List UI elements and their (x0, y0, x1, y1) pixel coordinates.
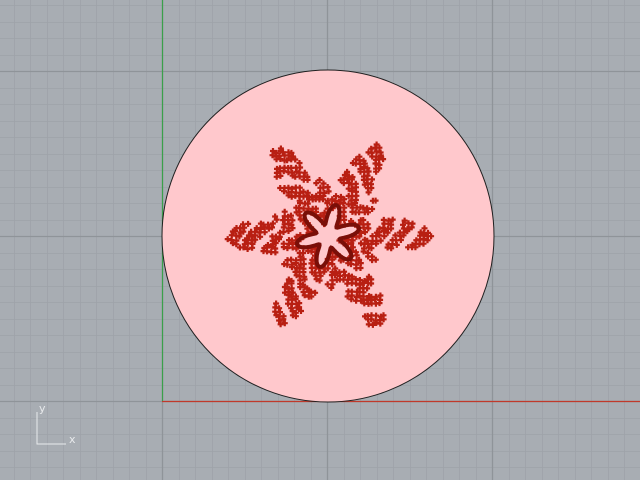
disc-object[interactable] (161, 69, 495, 403)
viewport-canvas[interactable] (0, 0, 640, 480)
axis-orientation-widget: y x (30, 400, 90, 450)
axis-widget-y-label: y (39, 402, 46, 415)
top-viewport[interactable]: y x (0, 0, 640, 480)
axis-widget-x-label: x (69, 433, 76, 446)
